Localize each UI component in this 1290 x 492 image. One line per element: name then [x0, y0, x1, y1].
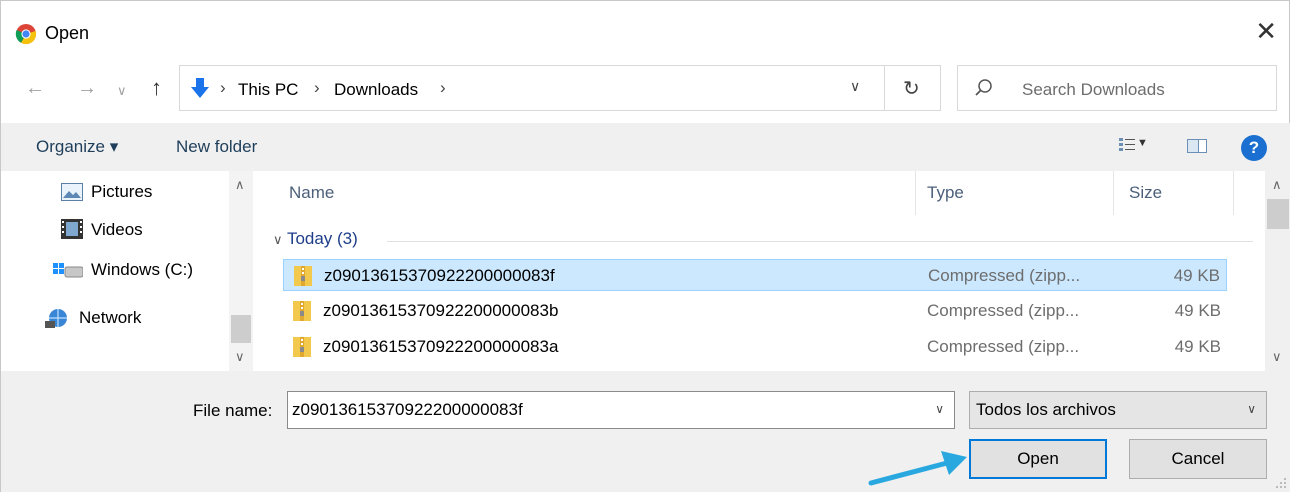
open-button[interactable]: Open	[969, 439, 1107, 479]
search-box[interactable]: Search Downloads	[957, 65, 1277, 111]
file-type-select[interactable]: Todos los archivos ∨	[969, 391, 1267, 429]
scrollbar-thumb[interactable]	[231, 315, 251, 343]
file-type: Compressed (zipp...	[927, 337, 1080, 356]
refresh-button[interactable]: ↻	[885, 65, 941, 111]
breadcrumb-separator-icon: ›	[220, 78, 226, 97]
breadcrumb-downloads[interactable]: Downloads	[334, 80, 418, 100]
breadcrumb-separator-icon: ›	[314, 78, 320, 97]
annotation-arrow-icon	[868, 451, 967, 486]
file-name-label: File name:	[193, 401, 273, 420]
column-header-name[interactable]: Name	[289, 183, 334, 203]
scroll-down-icon[interactable]: ∨	[235, 349, 245, 365]
file-size: 49 KB	[1174, 301, 1221, 320]
nav-item-videos[interactable]: Videos	[91, 220, 143, 240]
view-options-icon[interactable]	[1119, 137, 1135, 153]
help-button[interactable]: ?	[1241, 135, 1267, 161]
scroll-up-icon[interactable]: ∧	[1272, 177, 1282, 193]
nav-item-network[interactable]: Network	[79, 308, 141, 328]
videos-icon	[61, 219, 83, 239]
organize-button[interactable]: Organize ▾	[36, 137, 118, 157]
address-dropdown-chevron-icon[interactable]: ∨	[850, 78, 860, 95]
file-type-selected: Todos los archivos	[976, 400, 1116, 419]
zip-folder-icon	[294, 266, 312, 286]
preview-pane-icon[interactable]	[1187, 139, 1207, 153]
zip-folder-icon	[293, 337, 311, 357]
zip-folder-icon	[293, 301, 311, 321]
file-name-dropdown-chevron-icon[interactable]: ∨	[935, 402, 944, 416]
nav-item-windows-c[interactable]: Windows (C:)	[91, 260, 193, 280]
view-dropdown-caret-icon[interactable]: ▼	[1137, 137, 1148, 149]
group-header-today[interactable]: ∨ Today (3)	[273, 229, 358, 249]
recent-locations-chevron-icon[interactable]: ∨	[117, 83, 127, 99]
network-icon	[45, 309, 67, 328]
file-type: Compressed (zipp...	[928, 266, 1081, 285]
dialog-title: Open	[45, 23, 90, 43]
file-size: 49 KB	[1173, 266, 1220, 285]
address-bar[interactable]: › This PC › Downloads › ∨	[179, 65, 885, 111]
column-header-size[interactable]: Size	[1129, 183, 1162, 203]
refresh-icon: ↻	[903, 78, 920, 100]
group-divider	[387, 241, 1253, 242]
file-name: z09013615370922200000083b	[323, 301, 559, 320]
command-bar: Organize ▾ New folder ▼ ?	[1, 123, 1290, 171]
open-file-dialog: Open ✕ ← → ∨ ↑ › This PC › Downloads › ∨…	[0, 0, 1290, 492]
resize-grip-icon[interactable]	[1273, 475, 1287, 489]
file-row[interactable]: z09013615370922200000083b Compressed (zi…	[283, 295, 1227, 327]
breadcrumb-this-pc[interactable]: This PC	[238, 80, 298, 100]
column-divider[interactable]	[1113, 171, 1114, 215]
navigation-scrollbar[interactable]: ∧ ∨	[229, 171, 253, 371]
search-placeholder: Search Downloads	[1022, 80, 1165, 99]
file-type: Compressed (zipp...	[927, 301, 1080, 320]
group-collapse-chevron-icon[interactable]: ∨	[273, 232, 283, 247]
search-icon	[975, 79, 992, 96]
cancel-button[interactable]: Cancel	[1129, 439, 1267, 479]
title-bar: Open ✕	[1, 1, 1290, 57]
breadcrumb-separator-icon: ›	[440, 78, 446, 97]
scroll-up-icon[interactable]: ∧	[235, 177, 245, 193]
column-divider[interactable]	[915, 171, 916, 215]
pictures-icon	[61, 183, 83, 201]
file-list: Name Type Size ∨ Today (3) z090136153709…	[257, 171, 1290, 371]
file-list-scrollbar[interactable]: ∧ ∨	[1265, 171, 1290, 371]
file-row[interactable]: z09013615370922200000083a Compressed (zi…	[283, 331, 1227, 363]
file-name-input[interactable]	[292, 392, 922, 428]
column-header-type[interactable]: Type	[927, 183, 964, 203]
back-arrow-icon[interactable]: ←	[25, 77, 45, 100]
scrollbar-thumb[interactable]	[1267, 199, 1289, 229]
forward-arrow-icon[interactable]: →	[77, 77, 97, 100]
chrome-icon	[15, 24, 37, 45]
group-label: Today (3)	[286, 229, 358, 248]
navigation-pane: Pictures Videos Windows (C:) Network	[1, 171, 255, 371]
nav-item-pictures[interactable]: Pictures	[91, 182, 152, 202]
file-row[interactable]: z09013615370922200000083f Compressed (zi…	[283, 259, 1227, 291]
file-name: z09013615370922200000083f	[324, 266, 555, 285]
file-name-field[interactable]: ∨	[287, 391, 955, 429]
drive-icon	[53, 263, 83, 278]
close-button[interactable]: ✕	[1255, 16, 1277, 46]
bottom-panel: File name: ∨ Todos los archivos ∨ Open C…	[1, 371, 1290, 492]
file-type-chevron-icon: ∨	[1247, 402, 1256, 416]
downloads-arrow-icon	[191, 78, 209, 98]
scroll-down-icon[interactable]: ∨	[1272, 349, 1282, 365]
file-size: 49 KB	[1174, 337, 1221, 356]
column-divider[interactable]	[1233, 171, 1234, 215]
up-arrow-icon[interactable]: ↑	[151, 75, 162, 101]
file-name: z09013615370922200000083a	[323, 337, 559, 356]
new-folder-button[interactable]: New folder	[176, 137, 257, 157]
